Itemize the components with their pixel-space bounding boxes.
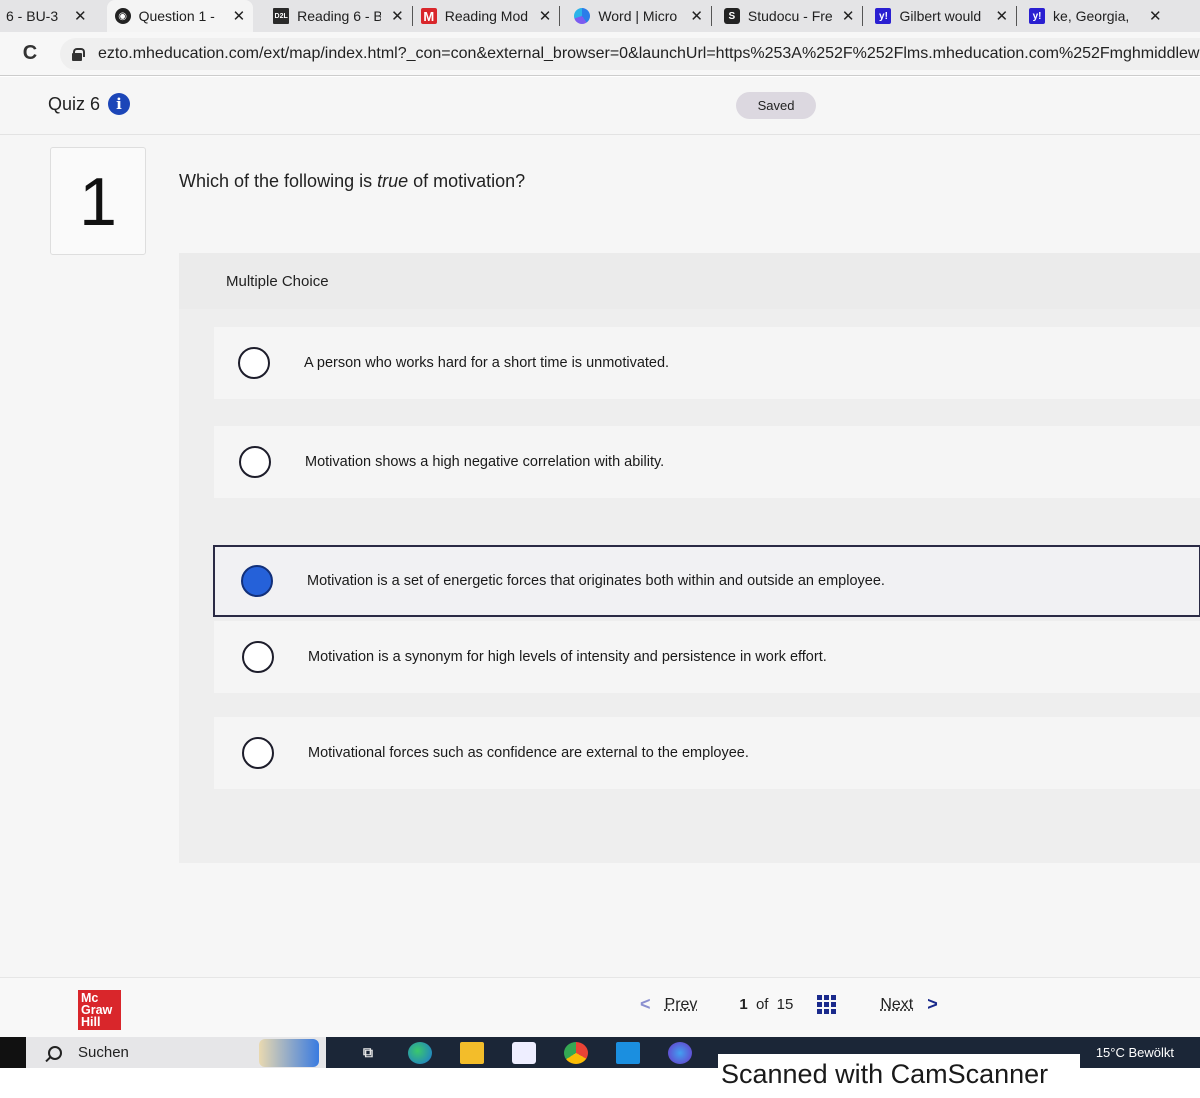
question-suffix: of motivation? bbox=[408, 171, 526, 191]
radio-button[interactable] bbox=[238, 347, 270, 379]
choice-text: Motivational forces such as confidence a… bbox=[308, 745, 749, 761]
quiz-footer: Mc Graw Hill < Prev 1 of 15 Next > bbox=[0, 977, 1200, 1037]
prev-button[interactable]: Prev bbox=[665, 996, 698, 1014]
question-emphasis: true bbox=[377, 171, 409, 191]
search-label: Suchen bbox=[78, 1044, 129, 1061]
close-tab-icon[interactable]: ✕ bbox=[74, 7, 87, 25]
quiz-title: Quiz 6 i bbox=[48, 93, 131, 115]
total-pages: 15 bbox=[776, 996, 794, 1013]
tab-title: Word | Micro bbox=[598, 8, 678, 24]
browser-tab-active[interactable]: ◉ Question 1 - ✕ bbox=[106, 0, 254, 32]
close-tab-icon[interactable]: ✕ bbox=[690, 7, 703, 25]
choice-option[interactable]: Motivation is a synonym for high levels … bbox=[214, 621, 1200, 693]
browser-tab[interactable]: Word | Micro ✕ bbox=[566, 2, 711, 30]
question-prefix: Which of the following is bbox=[179, 171, 378, 191]
close-tab-icon[interactable]: ✕ bbox=[391, 7, 404, 25]
yahoo-icon: y! bbox=[875, 8, 892, 24]
page-indicator: 1 of 15 bbox=[739, 996, 793, 1013]
taskbar-search[interactable]: Suchen bbox=[26, 1037, 326, 1068]
question-number: 1 bbox=[50, 147, 146, 255]
task-view-icon[interactable]: ⧉ bbox=[356, 1042, 380, 1064]
tab-title: ke, Georgia, bbox=[1053, 8, 1130, 24]
url-text: ezto.mheducation.com/ext/map/index.html?… bbox=[98, 44, 1200, 62]
browser-tab[interactable]: y! ke, Georgia, ✕ bbox=[1021, 2, 1170, 30]
close-tab-icon[interactable]: ✕ bbox=[233, 7, 246, 25]
choice-text: Motivation is a synonym for high levels … bbox=[308, 649, 827, 665]
store-icon[interactable] bbox=[512, 1041, 536, 1064]
browser-tab[interactable]: y! Gilbert would ✕ bbox=[867, 2, 1016, 30]
save-status-badge: Saved bbox=[736, 92, 816, 119]
chrome-icon[interactable] bbox=[564, 1041, 588, 1064]
choice-option[interactable]: Motivational forces such as confidence a… bbox=[214, 717, 1200, 789]
tab-separator bbox=[862, 6, 864, 26]
tab-title: Reading 6 - B bbox=[297, 8, 382, 24]
url-field[interactable]: ezto.mheducation.com/ext/map/index.html?… bbox=[60, 37, 1200, 70]
file-explorer-icon[interactable] bbox=[460, 1041, 484, 1064]
chevron-right-icon[interactable]: > bbox=[927, 994, 938, 1015]
browser-tab[interactable]: M Reading Mod ✕ bbox=[413, 2, 560, 30]
question-prompt: Which of the following is true of motiva… bbox=[179, 171, 525, 192]
radio-button[interactable] bbox=[242, 737, 274, 769]
quiz-title-text: Quiz 6 bbox=[48, 93, 101, 114]
quiz-header: Quiz 6 i Saved bbox=[0, 77, 1200, 135]
of-label: of bbox=[755, 996, 769, 1013]
studocu-icon: S bbox=[723, 8, 740, 24]
tab-separator bbox=[710, 6, 712, 26]
choice-text: Motivation is a set of energetic forces … bbox=[307, 573, 885, 589]
camscanner-watermark: Scanned with CamScanner bbox=[718, 1054, 1080, 1094]
tab-title: Gilbert would bbox=[899, 8, 982, 24]
tab-separator bbox=[559, 6, 561, 26]
choice-text: A person who works hard for a short time… bbox=[304, 355, 670, 371]
logo-line: Hill bbox=[81, 1015, 101, 1029]
close-tab-icon[interactable]: ✕ bbox=[1149, 7, 1162, 25]
search-icon bbox=[48, 1045, 62, 1060]
info-icon[interactable]: i bbox=[108, 93, 131, 115]
weather-widget[interactable]: 15°C Bewölkt bbox=[1096, 1045, 1174, 1060]
edge-icon[interactable] bbox=[408, 1041, 432, 1064]
d2l-icon: D2L bbox=[273, 8, 290, 24]
start-button[interactable] bbox=[0, 1037, 26, 1068]
browser-tab-strip: 6 - BU-3 ✕ ◉ Question 1 - ✕ D2L Reading … bbox=[0, 0, 1200, 32]
copilot-icon bbox=[574, 8, 591, 24]
quiz-page: Quiz 6 i Saved 1 Which of the following … bbox=[0, 77, 1200, 1037]
lock-icon[interactable] bbox=[72, 47, 85, 61]
reload-icon[interactable]: C bbox=[0, 42, 60, 65]
tab-separator bbox=[1016, 6, 1018, 26]
close-tab-icon[interactable]: ✕ bbox=[539, 7, 552, 25]
current-page: 1 bbox=[739, 996, 748, 1013]
mcgraw-hill-logo: Mc Graw Hill bbox=[78, 990, 121, 1030]
tab-title: Studocu - Fre bbox=[747, 8, 832, 24]
choices-list: A person who works hard for a short time… bbox=[179, 309, 1200, 863]
yahoo-icon: y! bbox=[1029, 8, 1046, 24]
question-navigation: < Prev 1 of 15 Next > bbox=[640, 994, 938, 1015]
choice-option[interactable]: A person who works hard for a short time… bbox=[214, 327, 1200, 399]
browser-tab[interactable]: S Studocu - Fre ✕ bbox=[716, 2, 863, 30]
close-tab-icon[interactable]: ✕ bbox=[995, 7, 1008, 25]
chevron-left-icon[interactable]: < bbox=[640, 994, 651, 1015]
choice-option[interactable]: Motivation shows a high negative correla… bbox=[214, 426, 1200, 498]
browser-tab[interactable]: D2L Reading 6 - B ✕ bbox=[265, 2, 412, 30]
next-button[interactable]: Next bbox=[880, 996, 913, 1014]
radio-button[interactable] bbox=[242, 641, 274, 673]
question-type-label: Multiple Choice bbox=[226, 273, 329, 290]
answer-area: Multiple Choice A person who works hard … bbox=[179, 253, 1200, 863]
mail-icon[interactable] bbox=[616, 1041, 640, 1064]
close-tab-icon[interactable]: ✕ bbox=[842, 7, 855, 25]
question-grid-icon[interactable] bbox=[817, 995, 837, 1014]
mcgraw-hill-icon: M bbox=[420, 8, 437, 24]
choice-text: Motivation shows a high negative correla… bbox=[305, 454, 665, 470]
app-icon[interactable] bbox=[668, 1041, 692, 1064]
address-bar: C ezto.mheducation.com/ext/map/index.htm… bbox=[0, 32, 1200, 76]
choice-option-selected[interactable]: Motivation is a set of energetic forces … bbox=[213, 545, 1200, 617]
tab-title: 6 - BU-3 bbox=[6, 8, 59, 24]
tab-title: Reading Mod bbox=[444, 8, 529, 24]
browser-tab[interactable]: 6 - BU-3 ✕ bbox=[0, 2, 95, 30]
radio-button[interactable] bbox=[239, 446, 271, 478]
tab-title: Question 1 - bbox=[138, 8, 215, 24]
radio-button-checked[interactable] bbox=[241, 565, 273, 597]
search-highlight-icon bbox=[258, 1038, 319, 1067]
globe-icon: ◉ bbox=[114, 8, 131, 24]
